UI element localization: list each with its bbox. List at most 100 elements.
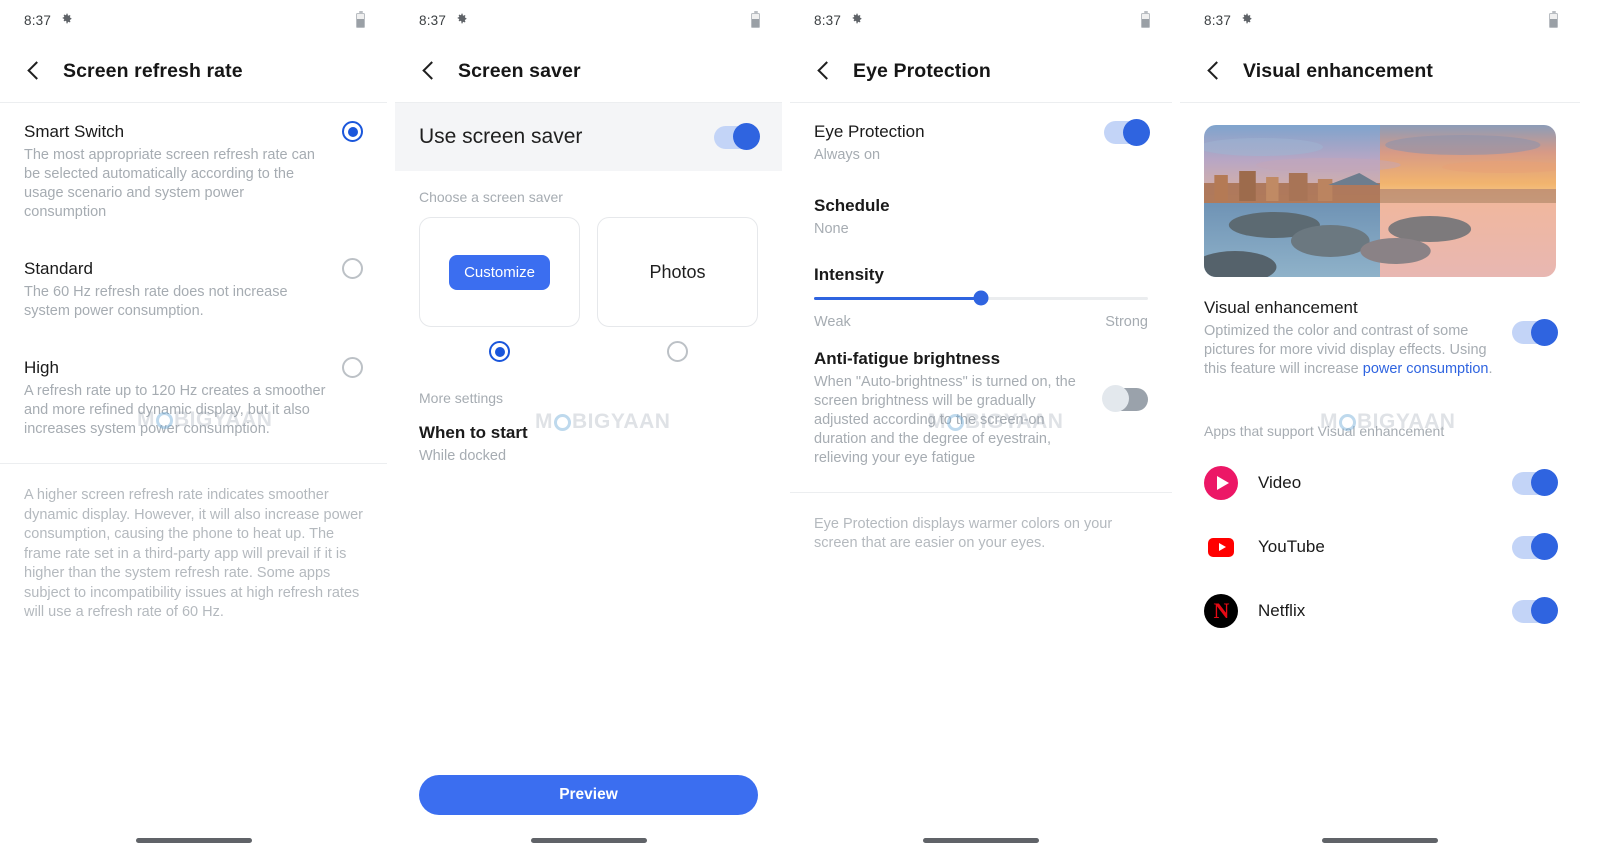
option-row-high[interactable]: High A refresh rate up to 120 Hz creates…	[24, 339, 363, 457]
schedule-row[interactable]: Schedule None	[814, 183, 1148, 257]
when-to-start-subtitle: While docked	[419, 448, 507, 464]
nav-pill[interactable]	[135, 838, 252, 843]
option-row-smart-switch[interactable]: Smart Switch The most appropriate screen…	[24, 103, 363, 240]
status-time: 8:37	[1204, 12, 1232, 28]
option-text: Standard The 60 Hz refresh rate does not…	[24, 258, 342, 321]
anti-fatigue-subtitle: When "Auto-brightness" is turned on, the…	[814, 373, 1076, 466]
status-time: 8:37	[24, 12, 52, 28]
app-bar: Screen saver	[395, 40, 782, 102]
app-row-youtube[interactable]: YouTube	[1180, 515, 1580, 579]
intensity-section: Intensity Weak Strong	[814, 257, 1148, 330]
app-bar: Eye Protection	[790, 40, 1172, 102]
anti-fatigue-row[interactable]: Anti-fatigue brightness When "Auto-brigh…	[814, 330, 1148, 486]
back-icon[interactable]	[419, 60, 441, 82]
radio-cell-photos	[597, 341, 758, 362]
battery-icon	[1549, 12, 1558, 28]
anti-fatigue-text: Anti-fatigue brightness When "Auto-brigh…	[814, 348, 1104, 468]
back-icon[interactable]	[1204, 60, 1226, 82]
refresh-rate-options: Smart Switch The most appropriate screen…	[0, 103, 387, 457]
page-title: Screen saver	[458, 59, 581, 82]
radio-high[interactable]	[342, 357, 363, 378]
phone-screen-refresh-rate: 8:37 Screen refresh rate Smart Switch Th…	[0, 0, 387, 861]
gear-icon	[850, 12, 863, 28]
slider-thumb[interactable]	[973, 290, 989, 306]
schedule-title: Schedule	[814, 196, 890, 215]
radio-smart-switch[interactable]	[342, 121, 363, 142]
nav-pill[interactable]	[530, 838, 647, 843]
customize-chip-label[interactable]: Customize	[449, 254, 550, 290]
anti-fatigue-title: Anti-fatigue brightness	[814, 348, 1001, 368]
visual-enhancement-row[interactable]: Visual enhancement Optimized the color a…	[1204, 277, 1558, 397]
option-subtitle: The 60 Hz refresh rate does not increase…	[24, 284, 288, 319]
when-to-start-row[interactable]: When to start While docked	[419, 418, 758, 484]
use-screen-saver-toggle[interactable]	[714, 123, 760, 150]
screenshot-collage: 8:37 Screen refresh rate Smart Switch Th…	[0, 0, 1600, 861]
photos-label: Photos	[649, 261, 706, 282]
option-subtitle: A refresh rate up to 120 Hz creates a sm…	[24, 383, 326, 437]
slider-max-label: Strong	[1105, 313, 1148, 330]
video-toggle[interactable]	[1512, 469, 1558, 496]
gesture-nav-bar[interactable]	[1180, 838, 1580, 843]
app-row-netflix[interactable]: N Netflix	[1180, 579, 1580, 643]
netflix-app-icon: N	[1204, 594, 1238, 628]
visual-enhancement-section: Visual enhancement Optimized the color a…	[1180, 277, 1580, 397]
option-row-standard[interactable]: Standard The 60 Hz refresh rate does not…	[24, 240, 363, 339]
option-text: High A refresh rate up to 120 Hz creates…	[24, 357, 342, 439]
power-consumption-link[interactable]: power consumption	[1363, 361, 1489, 377]
radio-customize[interactable]	[489, 341, 510, 362]
hero-preview-image	[1204, 125, 1556, 277]
gesture-nav-bar[interactable]	[0, 838, 387, 843]
battery-icon	[751, 12, 760, 28]
footer-note: A higher screen refresh rate indicates s…	[24, 487, 364, 620]
intensity-slider[interactable]: Weak Strong	[814, 285, 1148, 330]
card-photos[interactable]: Photos	[597, 217, 758, 327]
video-app-icon	[1204, 466, 1238, 500]
visual-enhancement-subtitle: Optimized the color and contrast of some…	[1204, 322, 1498, 379]
eye-protection-toggle[interactable]	[1104, 118, 1150, 146]
status-bar: 8:37	[0, 0, 387, 40]
back-icon[interactable]	[814, 60, 836, 82]
youtube-glyph	[1208, 537, 1234, 557]
nav-pill[interactable]	[1322, 838, 1438, 843]
page-title: Visual enhancement	[1243, 59, 1434, 82]
footer-note: Eye Protection displays warmer colors on…	[814, 515, 1113, 552]
slider-min-label: Weak	[814, 313, 851, 330]
screen-saver-cards: Customize Photos	[395, 217, 782, 327]
back-icon[interactable]	[24, 60, 46, 82]
eye-protection-row[interactable]: Eye Protection Always on	[814, 103, 1150, 183]
app-row-video[interactable]: Video	[1180, 451, 1580, 515]
option-title: Standard	[24, 259, 93, 278]
eye-protection-text: Eye Protection Always on	[814, 121, 1104, 165]
visual-enhancement-toggle[interactable]	[1512, 318, 1558, 346]
subtitle-part-b: .	[1488, 361, 1493, 377]
when-to-start-text: When to start While docked	[419, 422, 758, 466]
radio-standard[interactable]	[342, 258, 363, 279]
gesture-nav-bar[interactable]	[395, 838, 782, 843]
gesture-nav-bar[interactable]	[790, 838, 1172, 843]
radio-photos[interactable]	[667, 341, 688, 362]
use-screen-saver-label: Use screen saver	[419, 125, 583, 148]
preview-button[interactable]: Preview	[419, 775, 758, 815]
gear-icon	[60, 12, 73, 28]
phone-screen-saver: 8:37 Screen saver Use screen saver Choos…	[395, 0, 782, 861]
card-radio-group	[395, 327, 782, 362]
when-to-start-section: When to start While docked	[395, 418, 782, 484]
visual-enhancement-text: Visual enhancement Optimized the color a…	[1204, 297, 1512, 379]
battery-icon	[1141, 12, 1150, 28]
option-text: Smart Switch The most appropriate screen…	[24, 121, 342, 222]
use-screen-saver-row[interactable]: Use screen saver	[395, 103, 782, 171]
page-title: Eye Protection	[853, 59, 991, 82]
card-customize[interactable]: Customize	[419, 217, 580, 327]
status-time: 8:37	[814, 12, 842, 28]
youtube-toggle[interactable]	[1512, 533, 1558, 560]
status-bar: 8:37	[1180, 0, 1580, 40]
nav-pill[interactable]	[923, 838, 1039, 843]
battery-icon	[356, 12, 365, 28]
netflix-toggle[interactable]	[1512, 597, 1558, 624]
slider-track[interactable]	[814, 290, 1148, 306]
gear-icon	[1240, 12, 1253, 28]
eye-protection-section: Eye Protection Always on Schedule None I…	[790, 103, 1172, 486]
app-name: Netflix	[1258, 601, 1306, 620]
anti-fatigue-toggle[interactable]	[1102, 385, 1148, 412]
option-subtitle: The most appropriate screen refresh rate…	[24, 147, 315, 220]
